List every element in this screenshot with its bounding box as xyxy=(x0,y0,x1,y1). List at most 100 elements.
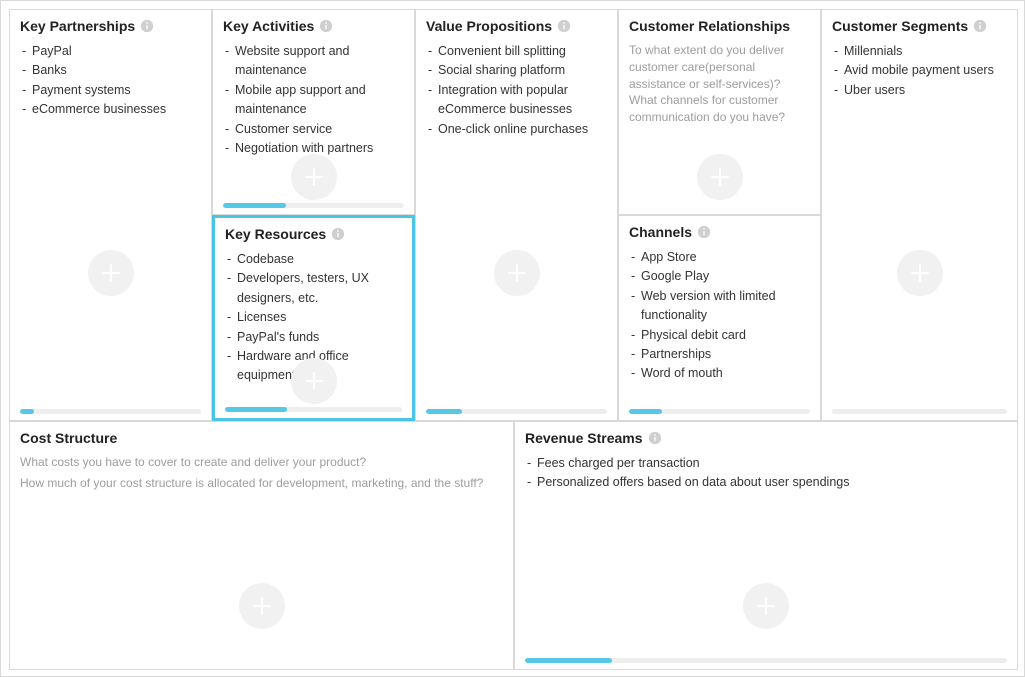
list-item[interactable]: App Store xyxy=(631,248,810,267)
item-list: Convenient bill splitting Social sharing… xyxy=(426,42,607,139)
cell-channels[interactable]: Channels App Store Google Play Web versi… xyxy=(618,215,821,421)
list-item[interactable]: Personalized offers based on data about … xyxy=(527,473,1007,492)
cell-header: Key Partnerships xyxy=(20,18,201,34)
cell-title: Customer Segments xyxy=(832,18,968,34)
list-item[interactable]: Partnerships xyxy=(631,345,810,364)
cell-title: Channels xyxy=(629,224,692,240)
list-item[interactable]: Fees charged per transaction xyxy=(527,454,1007,473)
list-item[interactable]: Word of mouth xyxy=(631,364,810,383)
business-model-canvas: Key Partnerships PayPal Banks Payment sy… xyxy=(0,0,1025,677)
item-list: App Store Google Play Web version with l… xyxy=(629,248,810,384)
cell-header: Revenue Streams xyxy=(525,430,1007,446)
title-word-1: Key xyxy=(20,18,46,34)
title-word-2: Segments xyxy=(901,18,968,34)
add-button[interactable] xyxy=(743,583,789,629)
list-item[interactable]: Millennials xyxy=(834,42,1007,61)
title-word-1: Customer xyxy=(832,18,897,34)
cell-hint: To what extent do you deliver customer c… xyxy=(629,42,810,126)
list-item[interactable]: Google Play xyxy=(631,267,810,286)
list-item[interactable]: Codebase xyxy=(227,250,402,269)
add-button[interactable] xyxy=(291,358,337,404)
info-icon[interactable] xyxy=(140,19,154,33)
list-item[interactable]: Physical debit card xyxy=(631,326,810,345)
add-button[interactable] xyxy=(697,154,743,200)
progress-fill xyxy=(525,658,612,663)
list-item[interactable]: One-click online purchases xyxy=(428,120,607,139)
cell-header: Key Resources xyxy=(225,226,402,242)
title-word-2: Activities xyxy=(252,18,314,34)
cell-revenue-streams[interactable]: Revenue Streams Fees charged per transac… xyxy=(514,421,1018,670)
cell-title: Revenue Streams xyxy=(525,430,643,446)
title-word-2: Propositions xyxy=(466,18,552,34)
list-item[interactable]: Social sharing platform xyxy=(428,61,607,80)
cell-title: Key Activities xyxy=(223,18,314,34)
cell-header: Value Propositions xyxy=(426,18,607,34)
cell-customer-relationships[interactable]: Customer Relationships To what extent do… xyxy=(618,9,821,215)
progress-bar xyxy=(223,203,404,208)
list-item[interactable]: eCommerce businesses xyxy=(22,100,201,119)
progress-bar xyxy=(525,658,1007,663)
item-list: PayPal Banks Payment systems eCommerce b… xyxy=(20,42,201,120)
title-word-1: Key xyxy=(225,226,251,242)
cell-title: Value Propositions xyxy=(426,18,552,34)
item-list: Millennials Avid mobile payment users Ub… xyxy=(832,42,1007,100)
progress-fill xyxy=(426,409,462,414)
cell-customer-segments[interactable]: Customer Segments Millennials Avid mobil… xyxy=(821,9,1018,421)
cell-key-resources[interactable]: Key Resources Codebase Developers, teste… xyxy=(212,215,415,421)
list-item[interactable]: Licenses xyxy=(227,308,402,327)
list-item[interactable]: PayPal xyxy=(22,42,201,61)
title-word-2: Streams xyxy=(587,430,642,446)
list-item[interactable]: Uber users xyxy=(834,81,1007,100)
cell-hint-2: How much of your cost structure is alloc… xyxy=(20,475,503,492)
add-button[interactable] xyxy=(88,250,134,296)
cell-key-activities[interactable]: Key Activities Website support and maint… xyxy=(212,9,415,215)
item-list: Fees charged per transaction Personalize… xyxy=(525,454,1007,493)
cell-cost-structure[interactable]: Cost Structure What costs you have to co… xyxy=(9,421,514,670)
cell-key-partnerships[interactable]: Key Partnerships PayPal Banks Payment sy… xyxy=(9,9,212,421)
progress-bar xyxy=(832,409,1007,414)
info-icon[interactable] xyxy=(973,19,987,33)
add-button[interactable] xyxy=(494,250,540,296)
cell-header: Customer Relationships xyxy=(629,18,810,34)
info-icon[interactable] xyxy=(319,19,333,33)
progress-bar xyxy=(20,409,201,414)
cell-header: Cost Structure xyxy=(20,430,503,446)
cell-header: Customer Segments xyxy=(832,18,1007,34)
list-item[interactable]: Web version with limited functionality xyxy=(631,287,810,326)
info-icon[interactable] xyxy=(648,431,662,445)
list-item[interactable]: Customer service xyxy=(225,120,404,139)
progress-fill xyxy=(629,409,662,414)
item-list: Website support and maintenance Mobile a… xyxy=(223,42,404,158)
info-icon[interactable] xyxy=(697,225,711,239)
cell-hint-1: What costs you have to cover to create a… xyxy=(20,454,503,471)
list-item[interactable]: Developers, testers, UX designers, etc. xyxy=(227,269,402,308)
info-icon[interactable] xyxy=(331,227,345,241)
cell-header: Channels xyxy=(629,224,810,240)
add-button[interactable] xyxy=(239,583,285,629)
info-icon[interactable] xyxy=(557,19,571,33)
cell-title: Cost Structure xyxy=(20,430,117,446)
add-button[interactable] xyxy=(897,250,943,296)
cell-value-propositions[interactable]: Value Propositions Convenient bill split… xyxy=(415,9,618,421)
title-word-2: Resources xyxy=(255,226,327,242)
list-item[interactable]: Avid mobile payment users xyxy=(834,61,1007,80)
cell-header: Key Activities xyxy=(223,18,404,34)
cell-title: Key Partnerships xyxy=(20,18,135,34)
progress-fill xyxy=(20,409,34,414)
list-item[interactable]: Banks xyxy=(22,61,201,80)
title-word-1: Key xyxy=(223,18,249,34)
cell-title: Customer Relationships xyxy=(629,18,790,34)
list-item[interactable]: Convenient bill splitting xyxy=(428,42,607,61)
add-button[interactable] xyxy=(291,154,337,200)
list-item[interactable]: Integration with popular eCommerce busin… xyxy=(428,81,607,120)
progress-bar xyxy=(426,409,607,414)
title-word-1: Revenue xyxy=(525,430,583,446)
progress-bar xyxy=(629,409,810,414)
list-item[interactable]: Mobile app support and maintenance xyxy=(225,81,404,120)
list-item[interactable]: Website support and maintenance xyxy=(225,42,404,81)
progress-bar xyxy=(225,407,402,412)
cell-title: Key Resources xyxy=(225,226,326,242)
progress-fill xyxy=(223,203,286,208)
list-item[interactable]: Payment systems xyxy=(22,81,201,100)
list-item[interactable]: PayPal's funds xyxy=(227,328,402,347)
